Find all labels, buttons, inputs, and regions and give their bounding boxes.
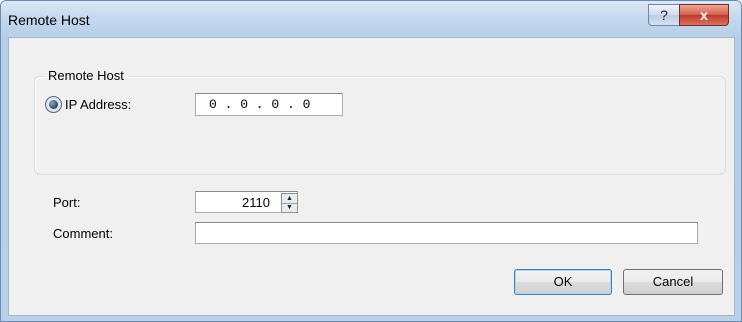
spin-down-icon[interactable]: ▼: [282, 203, 297, 212]
dialog-window: Remote Host ? x Remote Host IP Address: …: [0, 0, 742, 322]
close-icon: x: [700, 7, 708, 23]
port-spinner: ▲ ▼: [281, 193, 298, 213]
ip-address-input[interactable]: 0 . 0 . 0 . 0: [195, 93, 343, 116]
close-button[interactable]: x: [679, 4, 729, 26]
port-stepper[interactable]: 2110 ▲ ▼: [195, 191, 298, 213]
group-label: Remote Host: [45, 68, 128, 83]
cancel-button[interactable]: Cancel: [623, 269, 723, 295]
port-label: Port:: [53, 195, 81, 210]
help-icon: ?: [660, 7, 668, 23]
ip-address-radio[interactable]: [45, 96, 62, 113]
port-value: 2110: [242, 195, 270, 210]
comment-label: Comment:: [53, 226, 113, 241]
ok-button[interactable]: OK: [514, 269, 612, 295]
dialog-client-area: Remote Host IP Address: 0 . 0 . 0 . 0 Po…: [8, 37, 735, 316]
radio-selected-icon: [49, 100, 58, 109]
window-title: Remote Host: [8, 12, 90, 28]
help-button[interactable]: ?: [648, 4, 680, 26]
comment-input[interactable]: [195, 222, 698, 244]
title-bar[interactable]: Remote Host ? x: [1, 1, 741, 37]
ip-address-label: IP Address:: [65, 97, 132, 112]
remote-host-group: Remote Host: [34, 68, 726, 175]
